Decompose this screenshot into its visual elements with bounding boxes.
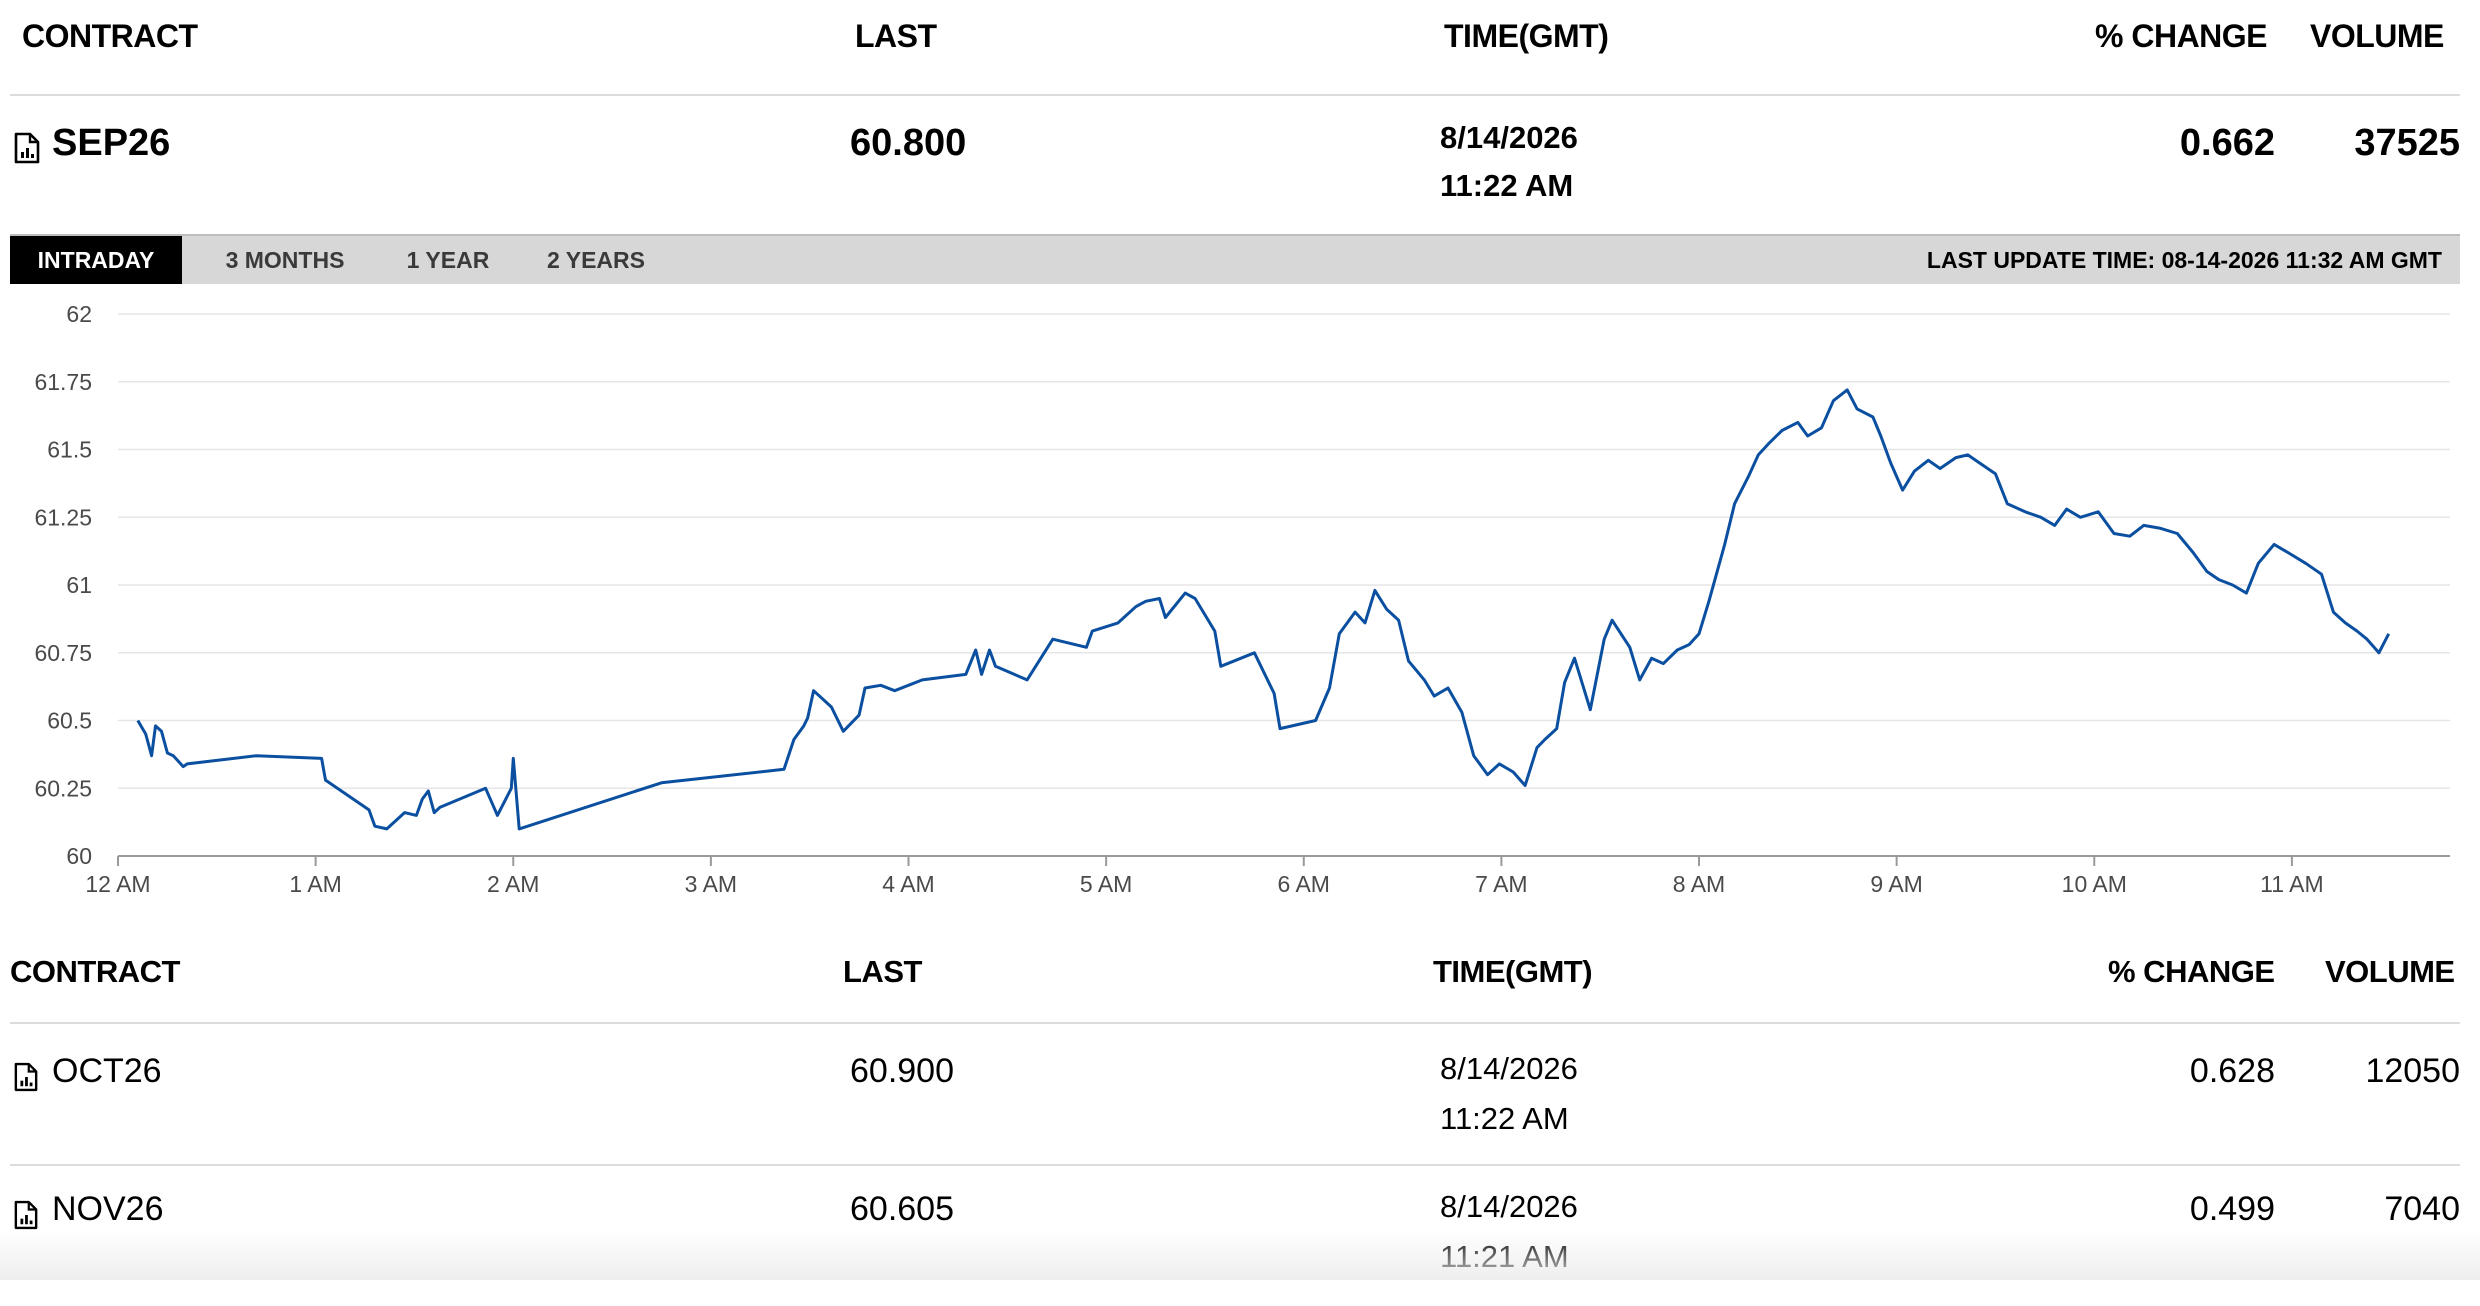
x-tick-label: 9 AM [1870, 871, 1922, 897]
tab-2-years[interactable]: 2 YEARS [526, 236, 666, 284]
table-header-row: CONTRACT LAST TIME(GMT) % CHANGE VOLUME [10, 0, 2460, 96]
table-row[interactable]: OCT26 60.900 8/14/2026 11:22 AM 0.628 12… [10, 1026, 2460, 1166]
lower-header-time: TIME(GMT) [1433, 954, 1593, 989]
x-axis-ticks: 12 AM 1 AM 2 AM 3 AM 4 AM 5 AM 6 AM 7 AM 8 AM 9 A… [85, 856, 2324, 897]
chart-grid [118, 313, 2450, 857]
row-time: 11:22 AM [1440, 1101, 1569, 1136]
y-axis-ticks: 60 60.25 60.5 60.75 61 61.25 61.5 61.75 62 [34, 301, 92, 869]
row-volume: 7040 [2384, 1190, 2460, 1228]
tab-intraday[interactable]: INTRADAY [10, 236, 182, 284]
range-tab-bar: INTRADAY 3 MONTHS 1 YEAR 2 YEARS LAST UP… [10, 234, 2460, 284]
x-tick-label: 7 AM [1475, 871, 1527, 897]
intraday-price-chart[interactable]: 60 60.25 60.5 60.75 61 61.25 61.5 61.75 62 12 AM… [0, 290, 2480, 920]
document-chart-icon[interactable] [14, 1200, 38, 1230]
main-contract-name[interactable]: SEP26 [52, 122, 170, 165]
row-volume: 12050 [2365, 1052, 2460, 1090]
row-last-price: 60.900 [850, 1052, 954, 1090]
lower-table-header-row: CONTRACT LAST TIME(GMT) % CHANGE VOLUME [10, 932, 2460, 1024]
header-time: TIME(GMT) [1444, 18, 1609, 54]
y-tick-label: 60.75 [34, 640, 92, 666]
document-chart-icon[interactable] [14, 1062, 38, 1092]
x-tick-label: 12 AM [85, 871, 150, 897]
x-tick-label: 1 AM [289, 871, 341, 897]
main-volume: 37525 [2354, 122, 2460, 164]
main-time: 11:22 AM [1440, 168, 1574, 203]
y-tick-label: 60.25 [34, 775, 92, 801]
y-tick-label: 62 [66, 301, 92, 327]
header-volume: VOLUME [2310, 18, 2444, 54]
row-last-price: 60.605 [850, 1190, 954, 1228]
header-last: LAST [855, 18, 937, 54]
header-pct-change: % CHANGE [2095, 18, 2268, 54]
x-tick-label: 2 AM [487, 871, 539, 897]
last-update-time: LAST UPDATE TIME: 08-14-2026 11:32 AM GM… [1926, 247, 2442, 273]
row-pct-change: 0.499 [2189, 1190, 2275, 1228]
row-date: 8/14/2026 [1440, 1051, 1578, 1086]
lower-header-last: LAST [843, 954, 922, 989]
x-tick-label: 4 AM [882, 871, 934, 897]
lower-header-pct-change: % CHANGE [2108, 954, 2275, 989]
row-time: 11:21 AM [1440, 1239, 1569, 1274]
x-tick-label: 3 AM [685, 871, 737, 897]
y-tick-label: 60 [66, 843, 92, 869]
header-contract: CONTRACT [22, 18, 198, 54]
row-contract-name[interactable]: NOV26 [52, 1190, 164, 1229]
x-tick-label: 8 AM [1673, 871, 1725, 897]
y-tick-label: 61.75 [34, 369, 92, 395]
price-series-line [136, 388, 2391, 831]
main-date: 8/14/2026 [1440, 120, 1578, 155]
x-tick-label: 10 AM [2062, 871, 2127, 897]
tab-3-months[interactable]: 3 MONTHS [200, 236, 370, 284]
main-last-price: 60.800 [850, 122, 967, 164]
row-date: 8/14/2026 [1440, 1189, 1578, 1224]
main-pct-change: 0.662 [2179, 122, 2275, 164]
y-tick-label: 61.25 [34, 504, 92, 530]
lower-header-volume: VOLUME [2325, 954, 2455, 989]
table-row[interactable]: NOV26 60.605 8/14/2026 11:21 AM 0.499 70… [10, 1166, 2460, 1306]
row-contract-name[interactable]: OCT26 [52, 1052, 162, 1091]
main-contract-row[interactable]: SEP26 60.800 8/14/2026 11:22 AM 0.662 37… [10, 96, 2460, 236]
x-tick-label: 6 AM [1278, 871, 1330, 897]
y-tick-label: 61.5 [47, 437, 92, 463]
row-pct-change: 0.628 [2189, 1052, 2275, 1090]
x-tick-label: 11 AM [2260, 871, 2324, 897]
x-tick-label: 5 AM [1080, 871, 1132, 897]
document-chart-icon[interactable] [14, 132, 40, 164]
y-tick-label: 60.5 [47, 708, 92, 734]
y-tick-label: 61 [66, 572, 92, 598]
tab-1-year[interactable]: 1 YEAR [388, 236, 508, 284]
lower-header-contract: CONTRACT [10, 954, 180, 989]
